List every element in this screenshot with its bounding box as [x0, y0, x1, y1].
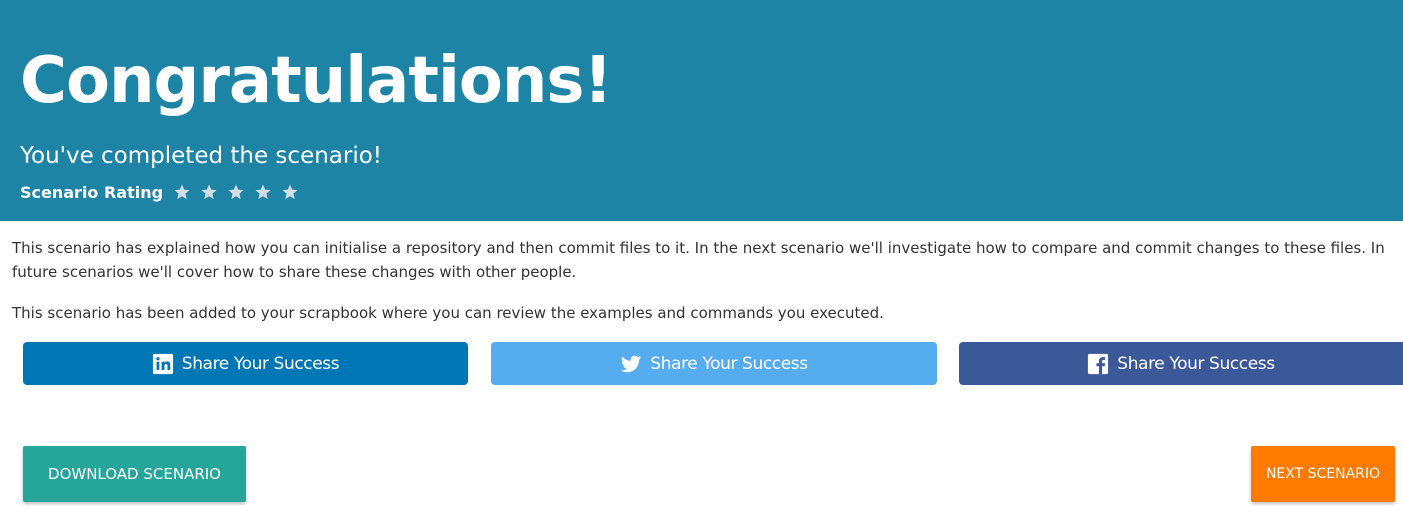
page-title: Congratulations! — [20, 44, 613, 118]
star-icon-1[interactable] — [173, 183, 191, 201]
star-icon-2[interactable] — [200, 183, 218, 201]
page-subtitle: You've completed the scenario! — [20, 143, 383, 169]
congratulations-header: Congratulations! You've completed the sc… — [0, 0, 1403, 221]
star-icon-4[interactable] — [254, 183, 272, 201]
next-scenario-button[interactable]: NEXT SCENARIO — [1251, 446, 1395, 502]
share-twitter-button[interactable]: Share Your Success — [491, 342, 937, 385]
rating-label: Scenario Rating — [20, 182, 164, 202]
twitter-icon — [620, 353, 642, 375]
download-scenario-button[interactable]: DOWNLOAD SCENARIO — [23, 446, 246, 502]
scrapbook-paragraph: This scenario has been added to your scr… — [12, 304, 884, 322]
share-linkedin-label: Share Your Success — [181, 353, 340, 374]
linkedin-icon — [152, 353, 174, 375]
facebook-icon — [1087, 353, 1109, 375]
share-twitter-label: Share Your Success — [650, 353, 808, 374]
scenario-rating: Scenario Rating — [20, 180, 308, 204]
scenario-summary: This scenario has explained how you can … — [12, 236, 1392, 342]
summary-paragraph: This scenario has explained how you can … — [12, 239, 1385, 281]
completion-page: Congratulations! You've completed the sc… — [0, 0, 1403, 528]
rating-stars — [173, 183, 308, 201]
share-facebook-label: Share Your Success — [1117, 353, 1275, 374]
star-icon-3[interactable] — [227, 183, 245, 201]
share-linkedin-button[interactable]: Share Your Success — [23, 342, 468, 385]
star-icon-5[interactable] — [281, 183, 299, 201]
share-facebook-button[interactable]: Share Your Success — [959, 342, 1403, 385]
